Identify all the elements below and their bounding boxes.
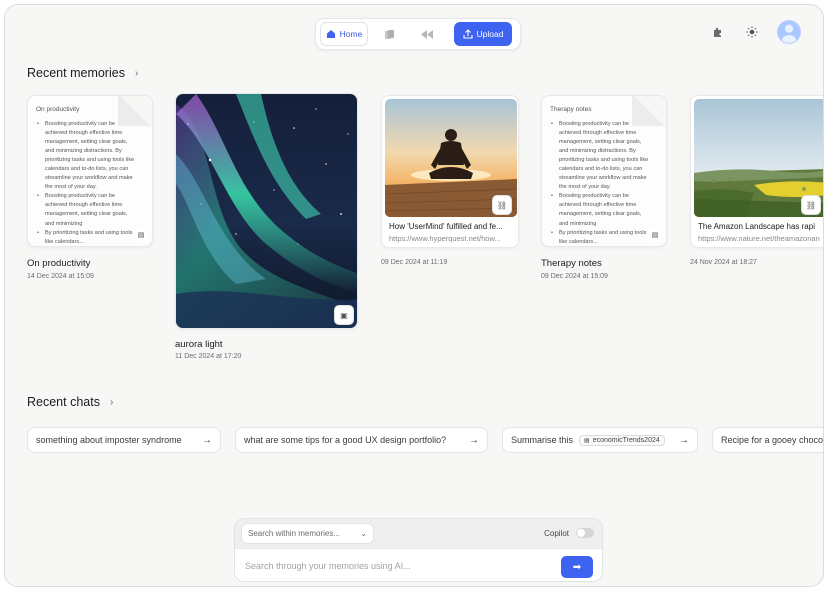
chevron-right-icon: › [109, 396, 114, 408]
rewind-icon [421, 29, 433, 39]
chat-item[interactable]: Recipe for a gooey choco [712, 427, 824, 453]
extensions-button[interactable] [709, 23, 727, 41]
memory-card-link[interactable]: ⛓ The Amazon Landscape has rapi https://… [690, 95, 823, 248]
note-bullet: Boosting productivity can be achieved th… [550, 120, 650, 192]
documents-icon [384, 29, 394, 39]
memory-card-note[interactable]: On productivity Boosting productivity ca… [27, 95, 153, 247]
nav-documents-button[interactable] [372, 22, 406, 46]
recent-chats-title: Recent chats [27, 395, 100, 409]
recent-memories-title: Recent memories [27, 66, 125, 80]
chat-item[interactable]: what are some tips for a good UX design … [235, 427, 488, 453]
link-icon: ⛓ [801, 195, 821, 215]
sun-icon [746, 26, 758, 38]
recent-chats-heading[interactable]: Recent chats › [27, 395, 113, 409]
chat-text: something about imposter syndrome [36, 435, 182, 445]
chat-item[interactable]: Summarise this ▤ economicTrends2024 → [502, 427, 698, 453]
aurora-image [176, 94, 357, 328]
chat-text: Recipe for a gooey choco [721, 435, 824, 445]
memory-card-note[interactable]: Therapy notes Boosting productivity can … [541, 95, 667, 247]
memory-title: On productivity [27, 258, 91, 269]
memory-date: 09 Dec 2024 at 15:09 [541, 273, 608, 280]
search-input-row: ➡ [235, 548, 602, 581]
arrow-right-icon: → [202, 434, 212, 446]
ai-search-panel: Search within memories... ⌄ Copilot ➡ [234, 518, 603, 582]
copilot-label: Copilot [544, 528, 569, 538]
send-arrow-icon: ➡ [572, 561, 582, 573]
note-bullet: By prioritizing tasks and using tools li… [36, 229, 136, 246]
note-title: Therapy notes [550, 106, 592, 113]
memory-date: 24 Nov 2024 at 18:27 [690, 259, 757, 266]
upload-icon [462, 29, 473, 39]
note-bullet: Boosting productivity can be achieved th… [550, 192, 650, 228]
chat-text: Summarise this [511, 435, 574, 445]
attachment-chip[interactable]: ▤ economicTrends2024 [579, 434, 665, 446]
recent-memories-heading[interactable]: Recent memories › [27, 66, 138, 80]
theme-toggle-button[interactable] [743, 23, 761, 41]
chat-text: what are some tips for a good UX design … [244, 435, 447, 445]
arrow-right-icon: → [679, 434, 689, 446]
top-right-actions [709, 20, 801, 44]
document-icon: ▤ [584, 437, 590, 444]
arrow-right-icon: → [469, 434, 479, 446]
user-avatar[interactable] [777, 20, 801, 44]
link-icon: ⛓ [492, 195, 512, 215]
link-title: How 'UserMind' fulfilled and fe... [389, 222, 503, 231]
link-url: https://www.nature.net/theamazonan [698, 234, 820, 243]
link-url: https://www.hyperquest.net/how... [389, 234, 501, 243]
image-type-icon: ▣ [334, 305, 354, 325]
chevron-down-icon: ⌄ [360, 529, 367, 538]
chat-item[interactable]: something about imposter syndrome → [27, 427, 221, 453]
note-body: Boosting productivity can be achieved th… [550, 120, 650, 246]
note-icon: ▤ [134, 228, 148, 242]
upload-button[interactable]: Upload [454, 22, 512, 46]
memory-card-link[interactable]: ⛓ How 'UserMind' fulfilled and fe... htt… [381, 95, 519, 248]
note-bullet: Boosting productivity can be achieved th… [36, 120, 136, 192]
memory-card-image[interactable]: ▣ [175, 93, 358, 329]
note-bullet: Boosting productivity can be achieved th… [36, 192, 136, 228]
ai-search-input[interactable] [245, 557, 545, 575]
nav-home-button[interactable]: Home [320, 22, 368, 46]
send-button[interactable]: ➡ [561, 556, 593, 578]
copilot-toggle[interactable] [576, 528, 594, 538]
search-scope-dropdown[interactable]: Search within memories... ⌄ [241, 523, 374, 544]
note-title: On productivity [36, 106, 80, 113]
note-icon: ▤ [648, 228, 662, 242]
note-body: Boosting productivity can be achieved th… [36, 120, 136, 246]
search-scope-label: Search within memories... [248, 529, 341, 538]
app-window: Home Upload Recent memories › On product… [4, 4, 824, 587]
nav-home-label: Home [339, 29, 363, 39]
upload-label: Upload [476, 29, 504, 39]
home-icon [326, 30, 335, 38]
memory-date: 11 Dec 2024 at 17:20 [175, 353, 242, 360]
chevron-right-icon: › [134, 67, 139, 79]
note-bullet: By prioritizing tasks and using tools li… [550, 229, 650, 246]
copilot-control: Copilot [544, 528, 594, 538]
link-title: The Amazon Landscape has rapi [698, 222, 815, 231]
nav-audio-button[interactable] [410, 22, 444, 46]
memory-date: 14 Dec 2024 at 15:09 [27, 273, 94, 280]
memory-title: Therapy notes [541, 258, 602, 269]
attachment-name: economicTrends2024 [592, 436, 660, 444]
memory-title: aurora light [175, 339, 223, 350]
puzzle-icon [714, 27, 721, 37]
memory-date: 09 Dec 2024 at 11:19 [381, 259, 448, 266]
top-nav: Home Upload [315, 18, 521, 50]
